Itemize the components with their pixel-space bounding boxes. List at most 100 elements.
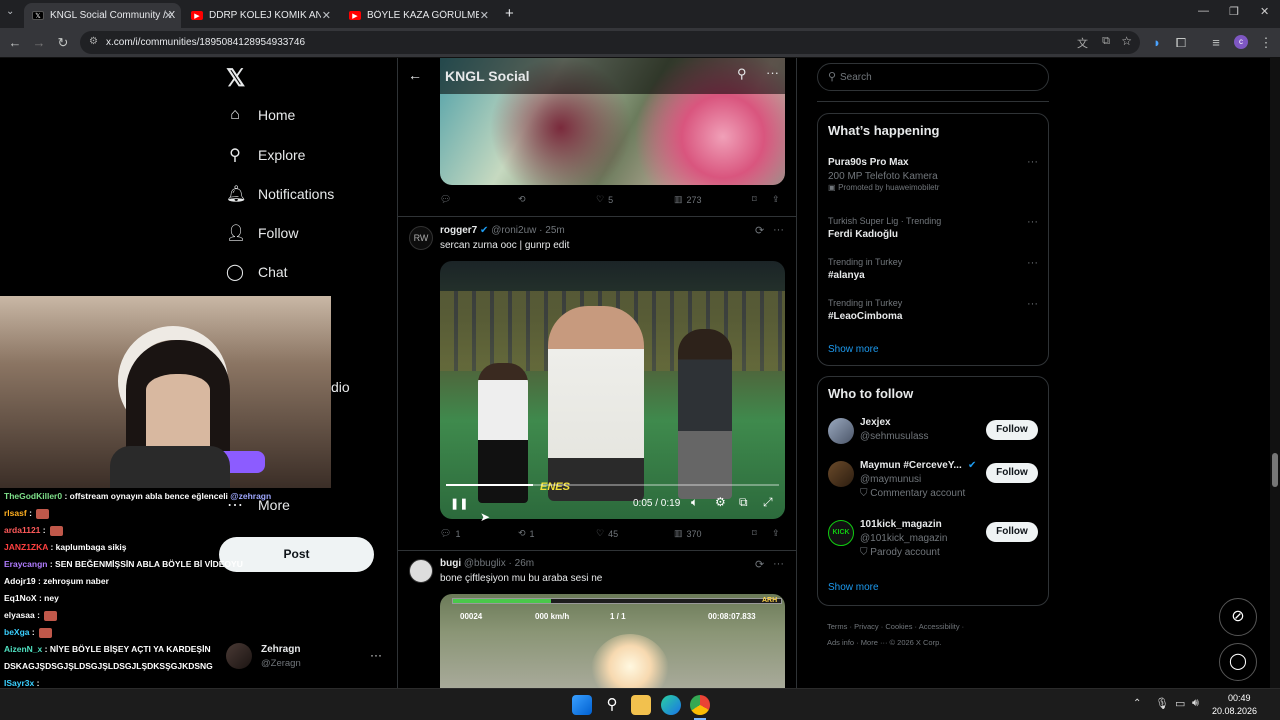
follow-button[interactable]: Follow bbox=[986, 463, 1038, 483]
chat-username[interactable]: JANZ1ZKA bbox=[4, 542, 48, 552]
pip-icon[interactable]: ⧉ bbox=[739, 495, 748, 510]
menu-kebab-icon[interactable]: ⋮ bbox=[1257, 34, 1275, 52]
post-handle[interactable]: @bbuglix bbox=[464, 558, 506, 569]
mic-icon[interactable]: 🎙︎ bbox=[1155, 697, 1169, 710]
share-button[interactable]: ⇪ bbox=[772, 528, 780, 539]
video-player[interactable]: ENES ❚❚ 0:05 / 0:19 🔈︎ ⚙ ⧉ ⤢ bbox=[440, 261, 785, 519]
chat-username[interactable]: beXga bbox=[4, 627, 30, 637]
back-arrow-icon[interactable]: ← bbox=[408, 67, 422, 83]
footer-link[interactable]: More ··· bbox=[861, 638, 888, 647]
tray-chevron-icon[interactable]: ⌃ bbox=[1133, 698, 1141, 709]
file-explorer-icon[interactable] bbox=[631, 695, 651, 715]
post-time[interactable]: 25m bbox=[545, 225, 564, 236]
search-box[interactable]: ⚲ Search bbox=[817, 63, 1049, 91]
sidebar-item-home[interactable]: ⌂ Home bbox=[226, 106, 295, 124]
tab-active[interactable]: 𝕏 KNGL Social Community / X 🔊︎ ✕ bbox=[24, 3, 181, 28]
network-icon[interactable]: ▭ bbox=[1175, 697, 1185, 710]
footer-link[interactable]: Ads info bbox=[827, 638, 854, 647]
post-username[interactable]: rogger7 bbox=[440, 225, 477, 236]
bookmark-button[interactable]: ⌑ bbox=[752, 194, 757, 205]
grok-floating-button[interactable]: ⊘ bbox=[1219, 598, 1257, 636]
volume-icon[interactable]: 🔈︎ bbox=[691, 495, 698, 510]
game-video[interactable]: 00024 000 km/h 1 / 1 00:08:07.833 ARH bbox=[440, 594, 785, 688]
windows-start-icon[interactable] bbox=[572, 695, 592, 715]
share-button[interactable]: ⇪ bbox=[772, 194, 780, 205]
close-tab-icon[interactable]: ✕ bbox=[480, 9, 489, 22]
tab-2[interactable]: ▶ DDRP KOLEJ KOMİK ANLAR 7. B ✕ bbox=[183, 3, 339, 28]
clock-time[interactable]: 00:49 bbox=[1228, 693, 1251, 703]
views-button[interactable]: ▥ 370 bbox=[674, 528, 702, 539]
address-bar[interactable]: ⚙ x.com/i/communities/189508412895493374… bbox=[80, 31, 1140, 54]
post-username[interactable]: bugi bbox=[440, 558, 461, 569]
trend-more-icon[interactable]: ··· bbox=[1027, 257, 1038, 269]
play-pause-button[interactable]: ❚❚ bbox=[450, 497, 468, 510]
chat-username[interactable]: ISayr3x bbox=[4, 678, 34, 688]
follow-button[interactable]: Follow bbox=[986, 420, 1038, 440]
like-button[interactable]: ♡ 5 bbox=[596, 194, 613, 205]
reply-button[interactable]: 💬︎ bbox=[440, 194, 455, 205]
trend-more-icon[interactable]: ··· bbox=[1027, 156, 1038, 168]
post-time[interactable]: 26m bbox=[515, 558, 534, 569]
translate-icon[interactable]: 文 bbox=[1077, 35, 1088, 51]
sidebar-item-follow[interactable]: 👤︎ Follow bbox=[226, 223, 298, 243]
fullscreen-icon[interactable]: ⤢ bbox=[763, 495, 773, 510]
puzzle-icon[interactable]: ⧠ bbox=[1172, 34, 1190, 52]
site-info-icon[interactable]: ⚙ bbox=[89, 36, 98, 47]
clock-date[interactable]: 20.08.2026 bbox=[1212, 706, 1257, 716]
footer-link[interactable]: Cookies bbox=[885, 622, 912, 631]
avatar[interactable] bbox=[409, 559, 433, 583]
taskbar-search-icon[interactable]: ⚲ bbox=[602, 695, 622, 715]
community-more-icon[interactable]: ··· bbox=[766, 65, 779, 80]
messages-floating-button[interactable]: ◯ bbox=[1219, 643, 1257, 681]
speaker-icon[interactable]: 🔊︎ bbox=[1192, 697, 1199, 710]
chrome-browser-icon[interactable] bbox=[690, 695, 710, 715]
profile-avatar[interactable]: c bbox=[1234, 35, 1248, 49]
post-more-icon[interactable]: ··· bbox=[773, 558, 784, 570]
page-scrollbar[interactable] bbox=[1270, 58, 1280, 688]
footer-link[interactable]: Privacy bbox=[854, 622, 879, 631]
chat-username[interactable]: AizenN_x bbox=[4, 644, 42, 654]
trend-more-icon[interactable]: ··· bbox=[1027, 298, 1038, 310]
sidebar-item-chat[interactable]: ◯ Chat bbox=[226, 262, 288, 282]
sidebar-item-notifications[interactable]: 🔔︎ Notifications bbox=[226, 184, 334, 204]
close-window-icon[interactable]: ✕ bbox=[1260, 5, 1269, 18]
extension-icon[interactable]: ◗ bbox=[1148, 34, 1166, 52]
community-search-icon[interactable]: ⚲ bbox=[737, 66, 747, 82]
sidebar-item-partial-label[interactable]: dio bbox=[331, 379, 350, 395]
trend-item[interactable]: Turkish Super Lig · Trending Ferdi Kadıo… bbox=[828, 216, 941, 240]
post-handle[interactable]: @roni2uw bbox=[491, 225, 536, 236]
install-icon[interactable]: ⧉ bbox=[1102, 35, 1110, 48]
sidebar-item-explore[interactable]: ⚲ Explore bbox=[226, 145, 305, 165]
grok-icon[interactable]: ⟳ bbox=[755, 224, 764, 237]
show-more-link[interactable]: Show more bbox=[828, 582, 879, 593]
retweet-button[interactable]: ⟲ bbox=[518, 194, 530, 205]
new-tab-button[interactable]: + bbox=[505, 5, 514, 22]
post-more-icon[interactable]: ··· bbox=[773, 224, 784, 236]
close-tab-icon[interactable]: ✕ bbox=[164, 9, 173, 22]
grok-icon[interactable]: ⟳ bbox=[755, 558, 764, 571]
x-logo-icon[interactable]: 𝕏 bbox=[226, 64, 245, 93]
bookmark-star-icon[interactable]: ☆ bbox=[1121, 34, 1132, 48]
video-progress-track[interactable] bbox=[446, 484, 779, 486]
trend-item[interactable]: Trending in Turkey #LeaoCimboma bbox=[828, 298, 902, 322]
like-button[interactable]: ♡ 45 bbox=[596, 528, 618, 539]
settings-icon[interactable]: ⚙ bbox=[715, 495, 726, 509]
chat-username[interactable]: arda1121 bbox=[4, 525, 40, 535]
chat-username[interactable]: Adojr19 bbox=[4, 576, 36, 586]
footer-link[interactable]: Accessibility bbox=[919, 622, 960, 631]
reply-button[interactable]: 💬︎ 1 bbox=[440, 528, 460, 539]
trend-item-promoted[interactable]: Pura90s Pro Max 200 MP Telefoto Kamera ▣… bbox=[828, 157, 939, 192]
show-more-link[interactable]: Show more bbox=[828, 344, 879, 355]
trend-more-icon[interactable]: ··· bbox=[1027, 216, 1038, 228]
restore-icon[interactable]: ❐ bbox=[1229, 5, 1239, 18]
tab-3[interactable]: ▶ BÖYLE KAZA GÖRÜLMEDİ! Türk ✕ bbox=[341, 3, 497, 28]
bookmark-button[interactable]: ⌑ bbox=[752, 528, 757, 539]
edge-browser-icon[interactable] bbox=[661, 695, 681, 715]
trend-item[interactable]: Trending in Turkey #alanya bbox=[828, 257, 902, 281]
follow-button[interactable]: Follow bbox=[986, 522, 1038, 542]
close-tab-icon[interactable]: ✕ bbox=[322, 9, 331, 22]
chat-username[interactable]: Eq1NoX bbox=[4, 593, 37, 603]
tab-search-icon[interactable]: ⌄ bbox=[6, 6, 14, 17]
avatar[interactable]: RW bbox=[409, 226, 433, 250]
retweet-button[interactable]: ⟲ 1 bbox=[518, 528, 535, 539]
